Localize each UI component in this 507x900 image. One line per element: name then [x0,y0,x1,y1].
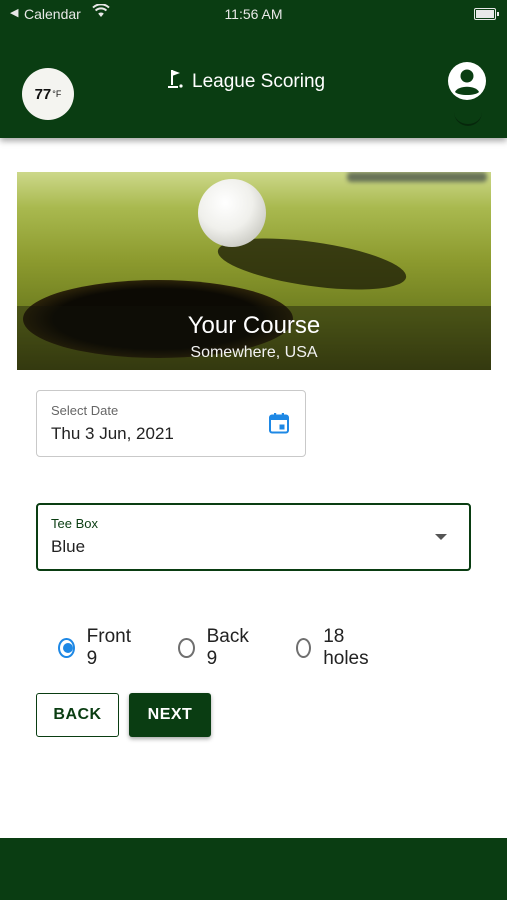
back-button[interactable]: BACK [36,693,119,737]
profile-shadow [454,110,482,126]
dropdown-arrow-icon[interactable] [435,534,447,540]
tee-box-value[interactable]: Blue [51,537,85,557]
radio-button-unchecked-icon[interactable] [296,638,312,658]
radio-18-holes[interactable]: 18 holes [296,626,373,670]
calendar-icon[interactable] [267,411,291,435]
radio-label: 18 holes [323,626,369,669]
radio-button-checked-icon[interactable] [58,638,75,658]
date-field[interactable]: Select Date Thu 3 Jun, 2021 [36,390,306,457]
course-hero-image: Your Course Somewhere, USA [17,172,491,370]
tee-box-label: Tee Box [51,516,98,531]
hero-background-blur [347,172,487,182]
course-location: Somewhere, USA [190,344,318,361]
tee-box-select[interactable]: Tee Box Blue [36,503,471,571]
next-button[interactable]: NEXT [129,693,211,737]
radio-button-unchecked-icon[interactable] [178,638,195,658]
radio-label: Back 9 [206,626,249,669]
date-field-value[interactable]: Thu 3 Jun, 2021 [51,424,174,444]
account-circle-icon[interactable] [447,61,487,101]
app-title: League Scoring [166,70,325,94]
course-name: Your Course [187,312,321,339]
bottom-bar [0,838,507,900]
weather-unit: °F [52,89,62,99]
battery-icon [474,8,499,20]
weather-temp: 77 [34,85,52,103]
radio-label: Front 9 [86,626,132,669]
radio-front-9[interactable]: Front 9 [58,626,134,670]
status-time: 11:56 AM [224,6,283,22]
app-header: ◀ Calendar 11:56 AM 77 °F League Scoring [0,0,507,138]
weather-badge[interactable]: 77 °F [22,68,74,120]
status-bar: ◀ Calendar 11:56 AM [0,0,507,28]
app-title-text: League Scoring [192,71,326,92]
course-caption: Your Course Somewhere, USA [17,306,491,370]
date-field-label: Select Date [51,403,119,418]
radio-back-9[interactable]: Back 9 [178,626,252,670]
golf-flag-icon [166,68,184,96]
golf-ball [198,179,266,247]
